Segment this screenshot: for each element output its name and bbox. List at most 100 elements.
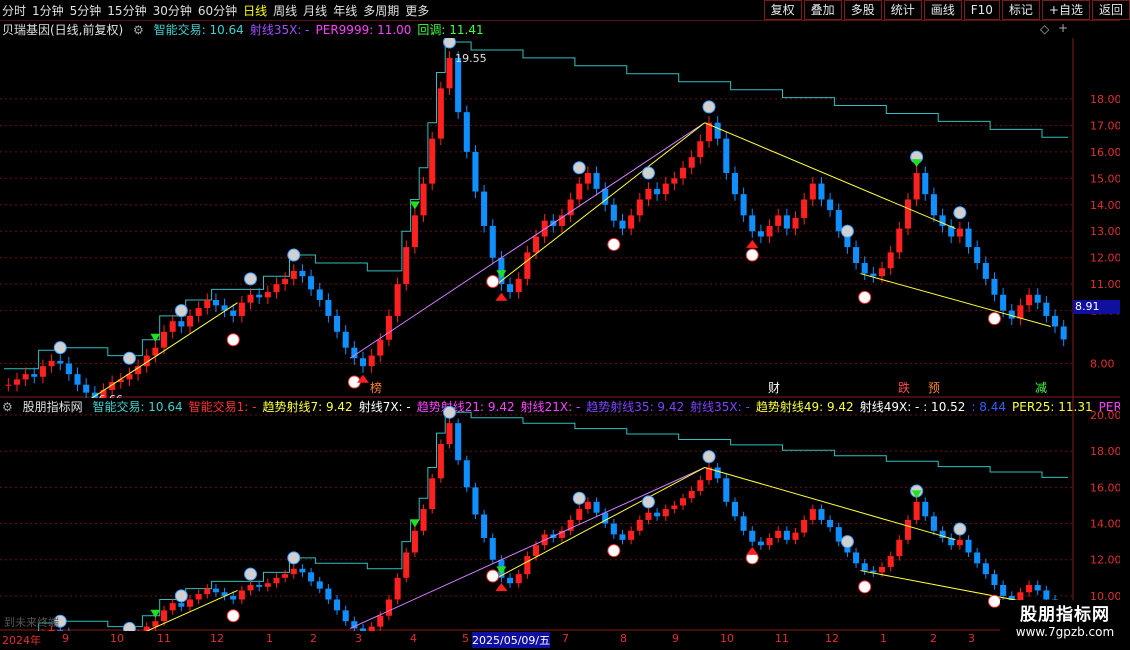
candle-body	[757, 541, 764, 546]
toolbar-button-5[interactable]: F10	[963, 0, 1000, 20]
top-signal-marker	[953, 522, 967, 536]
time-label-14: 10	[720, 632, 734, 645]
upper-indicator-value-2: PER9999: 11.00	[315, 23, 412, 37]
menu-item-9[interactable]: 年线	[333, 4, 357, 18]
top-signal-marker	[953, 206, 967, 220]
toolbar-button-2[interactable]: 多股	[843, 0, 882, 20]
candle-body	[783, 215, 790, 229]
toolbar-button-4[interactable]: 画线	[923, 0, 962, 20]
toolbar-button-8[interactable]: 返回	[1091, 0, 1130, 20]
price-chart-upper[interactable]: 18.00 17.00 16.00 15.00 14.00 13.00 12.00 11.00…	[0, 38, 1120, 398]
upper-indicator-value-1: 射线35X: -	[249, 23, 310, 37]
toolbar-button-6[interactable]: 标记	[1001, 0, 1040, 20]
candle-body	[178, 321, 185, 327]
menu-item-6[interactable]: 日线	[243, 4, 267, 18]
candle-body	[662, 509, 669, 517]
menu-item-7[interactable]: 周线	[273, 4, 297, 18]
candle-body	[290, 270, 297, 279]
top-signal-marker	[53, 341, 67, 355]
candle-body	[282, 278, 289, 285]
plus-icon[interactable]: +	[1058, 21, 1068, 35]
candle-body	[887, 252, 894, 269]
candle-body	[861, 563, 868, 571]
candle-body	[654, 188, 661, 195]
candle-body	[481, 191, 488, 226]
candle-body	[238, 302, 245, 316]
candle-body	[1060, 326, 1067, 340]
menu-item-2[interactable]: 5分钟	[70, 4, 102, 18]
settings-icon[interactable]: ⚙	[133, 23, 144, 37]
bottom-signal-marker	[607, 237, 621, 251]
time-label-19: 3	[968, 632, 975, 645]
bottom-signal-marker	[607, 544, 621, 558]
candle-body	[1043, 590, 1050, 600]
candle-body	[446, 423, 453, 444]
price-chart-lower[interactable]: 20.0018.0016.0014.0012.0010.00	[0, 398, 1120, 631]
time-label-4: 12	[210, 632, 224, 645]
candle-body	[1000, 294, 1007, 311]
candle-body	[576, 509, 583, 520]
top-signal-marker	[702, 450, 716, 464]
candle-body	[740, 516, 747, 531]
candle-body	[593, 501, 600, 513]
candle-body	[31, 374, 38, 377]
time-label-12: 8	[620, 632, 627, 645]
top-signal-marker	[122, 351, 136, 365]
toolbar-button-0[interactable]: 复权	[763, 0, 802, 20]
candle-body	[57, 360, 64, 364]
toolbar-button-1[interactable]: 叠加	[803, 0, 842, 20]
menu-item-10[interactable]: 多周期	[363, 4, 399, 18]
candle-body	[463, 112, 470, 152]
candle-body	[853, 552, 860, 564]
menu-item-0[interactable]: 分时	[2, 4, 26, 18]
buy-arrow-marker	[495, 583, 508, 592]
right-edge	[1120, 20, 1130, 650]
candle-body	[982, 262, 989, 279]
candle-body	[610, 204, 617, 221]
diamond-icon[interactable]: ◇	[1040, 22, 1049, 36]
menu-item-4[interactable]: 30分钟	[153, 4, 192, 18]
candle-body	[783, 530, 790, 540]
candle-body	[420, 183, 427, 216]
candle-body	[610, 523, 617, 535]
time-label-3: 11	[157, 632, 171, 645]
top-signal-marker	[641, 166, 655, 180]
candle-body	[152, 347, 159, 356]
candle-body	[515, 574, 522, 584]
candle-body	[688, 490, 695, 499]
y-tick-label: 8.00	[1090, 358, 1115, 371]
candle-body	[325, 588, 332, 600]
toolbar-button-7[interactable]: +自选	[1041, 0, 1090, 20]
candle-body	[818, 183, 825, 200]
top-signal-marker	[442, 38, 456, 49]
candle-body	[334, 599, 341, 611]
brand-name: 股朋指标网	[1020, 605, 1110, 625]
top-signal-marker	[572, 491, 586, 505]
candle-body	[671, 505, 678, 510]
event-marker-4: 减	[1035, 381, 1047, 395]
candle-body	[247, 294, 254, 303]
menu-item-8[interactable]: 月线	[303, 4, 327, 18]
toolbar-button-3[interactable]: 统计	[883, 0, 922, 20]
bottom-signal-marker	[987, 594, 1001, 608]
candle-body	[896, 228, 903, 253]
candle-body	[878, 268, 886, 277]
candle-body	[489, 225, 496, 258]
bottom-signal-marker	[486, 275, 500, 289]
time-label-5: 1	[266, 632, 273, 645]
candle-body	[645, 512, 652, 520]
menu-item-1[interactable]: 1分钟	[32, 4, 64, 18]
time-axis: 2024年 9 10 11 12 1 2 3 4 5 2025/05/09/五 7 8 9 10 11 12 1 2…	[0, 631, 1073, 649]
bottom-left-text: 到未来终端	[4, 616, 59, 629]
sell-arrow-marker	[911, 159, 922, 168]
candle-body	[792, 532, 799, 540]
candle-body	[904, 519, 911, 540]
candle-body	[481, 514, 488, 539]
menu-item-5[interactable]: 60分钟	[198, 4, 237, 18]
candle-body	[619, 534, 626, 540]
menu-item-11[interactable]: 更多	[405, 4, 429, 18]
candle-body	[749, 530, 756, 542]
time-label-18: 2	[930, 632, 937, 645]
candle-body	[628, 530, 635, 540]
menu-item-3[interactable]: 15分钟	[107, 4, 146, 18]
